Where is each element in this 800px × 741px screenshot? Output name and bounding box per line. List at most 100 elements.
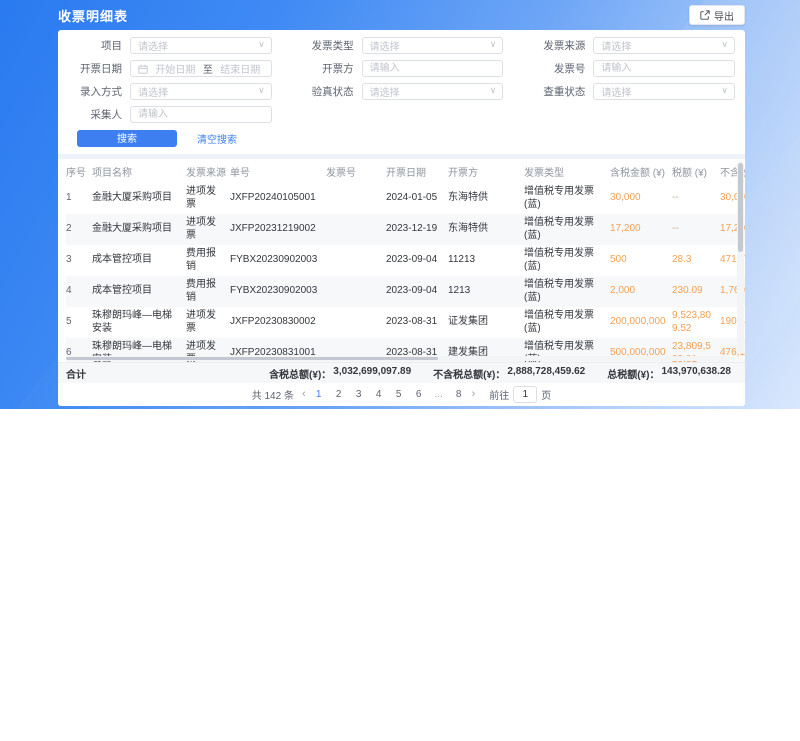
chevron-down-icon <box>721 85 728 96</box>
verify-status-select[interactable]: 请选择 <box>362 83 504 100</box>
chevron-down-icon <box>721 39 728 50</box>
invoice-type-placeholder: 请选择 <box>370 38 400 53</box>
chevron-down-icon <box>258 85 265 96</box>
table-row[interactable]: 1金融大厦采购项目进项发票JXFP202401050012024-01-05东海… <box>66 183 745 214</box>
export-icon <box>700 10 710 20</box>
filter-section: 项目 请选择 发票类型 请选择 发票来源 请选择 <box>58 30 745 154</box>
vertical-scrollbar-thumb[interactable] <box>738 163 743 252</box>
verify-status-placeholder: 请选择 <box>370 84 400 99</box>
filter-invoice-date: 开票日期 开始日期 至 结束日期 <box>64 60 272 77</box>
main-panel: 项目 请选择 发票类型 请选择 发票来源 请选择 <box>58 30 745 406</box>
table-row[interactable]: 3成本管控项目费用报销FYBX202309020032023-09-041121… <box>66 245 745 276</box>
prev-page-button[interactable] <box>302 389 306 400</box>
filter-dup-status: 查重状态 请选择 <box>527 83 735 100</box>
column-header: 开票日期 <box>386 159 448 183</box>
column-header: 含税金额 (¥) <box>610 159 672 183</box>
verify-status-label: 验真状态 <box>296 84 354 99</box>
export-button[interactable]: 导出 <box>689 5 745 25</box>
title-bar: 收票明细表 导出 <box>58 0 745 30</box>
clear-search-link[interactable]: 清空搜索 <box>197 131 237 146</box>
page-list: 123456... 8 <box>314 389 464 400</box>
filter-issuer: 开票方 <box>296 60 504 77</box>
goto-suffix: 页 <box>541 387 551 402</box>
issuer-label: 开票方 <box>296 61 354 76</box>
page-button[interactable]: 6 <box>414 389 424 400</box>
page-button[interactable]: 5 <box>394 389 404 400</box>
filter-invoice-no: 发票号 <box>527 60 735 77</box>
horizontal-scrollbar-thumb[interactable] <box>66 357 438 360</box>
project-placeholder: 请选择 <box>138 38 168 53</box>
dup-status-placeholder: 请选择 <box>601 84 631 99</box>
column-header: 税额 (¥) <box>672 159 720 183</box>
invoice-source-label: 发票来源 <box>527 38 585 53</box>
filter-entry-method: 录入方式 请选择 <box>64 83 272 100</box>
summary-item: 不含税总额(¥)：2,888,728,459.62 <box>433 366 585 381</box>
goto-prefix: 前往 <box>489 387 509 402</box>
page-button[interactable]: 2 <box>334 389 344 400</box>
goto-page: 前往 页 <box>489 386 551 403</box>
page-button[interactable]: 4 <box>374 389 384 400</box>
collector-input[interactable] <box>130 106 272 123</box>
page-button[interactable]: 3 <box>354 389 364 400</box>
invoice-date-label: 开票日期 <box>64 61 122 76</box>
start-date-placeholder: 开始日期 <box>152 61 199 76</box>
entry-method-placeholder: 请选择 <box>138 84 168 99</box>
date-separator: 至 <box>203 61 213 76</box>
column-header: 开票方 <box>448 159 524 183</box>
invoice-source-placeholder: 请选择 <box>601 38 631 53</box>
summary-items: 含税总额(¥)：3,032,699,097.89 不含税总额(¥)：2,888,7… <box>269 366 731 381</box>
total-count: 共 142 条 <box>252 387 294 402</box>
dup-status-select[interactable]: 请选择 <box>593 83 735 100</box>
table-header-row: 序号项目名称发票来源单号发票号开票日期开票方发票类型含税金额 (¥)税额 (¥)… <box>66 159 745 183</box>
next-page-button[interactable] <box>472 389 476 400</box>
invoice-type-label: 发票类型 <box>296 38 354 53</box>
page-button[interactable]: 1 <box>314 389 324 400</box>
column-header: 序号 <box>66 159 92 183</box>
table-row[interactable]: 5珠穆朗玛峰—电梯安装进项发票JXFP202308300022023-08-31… <box>66 307 745 338</box>
pagination: 共 142 条 123456... 8 前往 页 <box>58 383 745 406</box>
entry-method-select[interactable]: 请选择 <box>130 83 272 100</box>
dup-status-label: 查重状态 <box>527 84 585 99</box>
vertical-scrollbar[interactable] <box>737 161 744 354</box>
page-button[interactable]: 8 <box>454 389 464 400</box>
export-button-label: 导出 <box>714 8 734 23</box>
end-date-placeholder: 结束日期 <box>217 61 264 76</box>
filter-project: 项目 请选择 <box>64 37 272 54</box>
entry-method-label: 录入方式 <box>64 84 122 99</box>
search-button[interactable]: 搜索 <box>77 130 177 147</box>
invoice-source-select[interactable]: 请选择 <box>593 37 735 54</box>
project-label: 项目 <box>64 38 122 53</box>
table-section: 序号项目名称发票来源单号发票号开票日期开票方发票类型含税金额 (¥)税额 (¥)… <box>58 159 745 362</box>
project-select[interactable]: 请选择 <box>130 37 272 54</box>
chevron-down-icon <box>490 39 497 50</box>
filter-collector: 采集人 <box>64 106 272 123</box>
filter-invoice-type: 发票类型 请选择 <box>296 37 504 54</box>
invoice-type-select[interactable]: 请选择 <box>362 37 504 54</box>
filter-verify-status: 验真状态 请选择 <box>296 83 504 100</box>
calendar-icon <box>138 64 148 74</box>
table-row[interactable]: 2金融大厦采购项目进项发票JXFP202312190022023-12-19东海… <box>66 214 745 245</box>
column-header: 单号 <box>230 159 326 183</box>
invoice-no-input[interactable] <box>593 60 735 77</box>
filter-invoice-source: 发票来源 请选择 <box>527 37 735 54</box>
chevron-down-icon <box>490 85 497 96</box>
issuer-input[interactable] <box>362 60 504 77</box>
summary-item: 总税额(¥)：143,970,638.28 <box>607 366 731 381</box>
invoice-date-range[interactable]: 开始日期 至 结束日期 <box>130 60 272 77</box>
table-row[interactable]: 4成本管控项目费用报销FYBX202309020032023-09-041213… <box>66 276 745 307</box>
page-title: 收票明细表 <box>58 6 128 25</box>
goto-page-input[interactable] <box>513 386 537 403</box>
invoice-table: 序号项目名称发票来源单号发票号开票日期开票方发票类型含税金额 (¥)税额 (¥)… <box>66 159 745 362</box>
column-header: 发票号 <box>326 159 386 183</box>
column-header: 发票类型 <box>524 159 610 183</box>
invoice-no-label: 发票号 <box>527 61 585 76</box>
column-header: 发票来源 <box>186 159 230 183</box>
table-body: 1金融大厦采购项目进项发票JXFP202401050012024-01-05东海… <box>66 183 745 362</box>
summary-item: 含税总额(¥)：3,032,699,097.89 <box>269 366 411 381</box>
horizontal-scrollbar[interactable] <box>66 356 731 361</box>
page-ellipsis: ... <box>434 389 444 400</box>
summary-total-label: 合计 <box>66 366 86 381</box>
chevron-down-icon <box>258 39 265 50</box>
summary-bar: 合计 含税总额(¥)：3,032,699,097.89 不含税总额(¥)：2,88… <box>58 362 745 383</box>
collector-label: 采集人 <box>64 107 122 122</box>
